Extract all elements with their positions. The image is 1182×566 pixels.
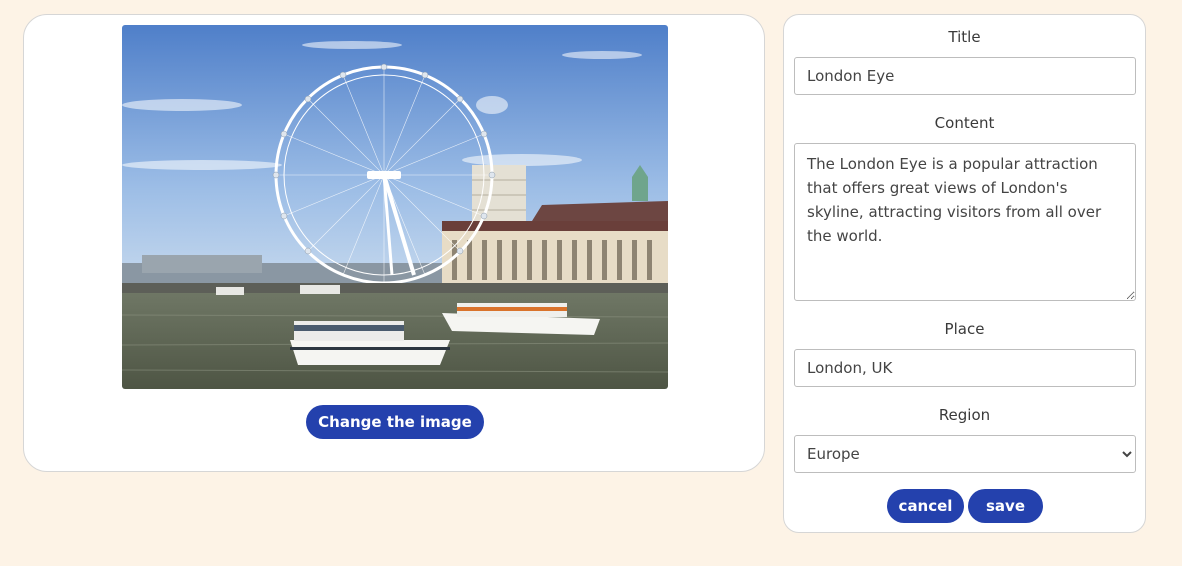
region-select[interactable]: Europe: [794, 435, 1136, 473]
region-label: Region: [938, 406, 991, 424]
save-button[interactable]: save: [968, 489, 1043, 523]
image-card: Change the image: [23, 14, 765, 472]
place-label: Place: [944, 320, 985, 338]
content-textarea[interactable]: The London Eye is a popular attraction t…: [794, 143, 1136, 301]
place-input[interactable]: [794, 349, 1136, 387]
title-label: Title: [948, 28, 981, 46]
cancel-button[interactable]: cancel: [887, 489, 964, 523]
title-input[interactable]: [794, 57, 1136, 95]
change-image-button[interactable]: Change the image: [306, 405, 484, 439]
edit-form: Title Content The London Eye is a popula…: [783, 14, 1146, 533]
landmark-photo: [122, 25, 668, 389]
content-label: Content: [934, 114, 995, 132]
